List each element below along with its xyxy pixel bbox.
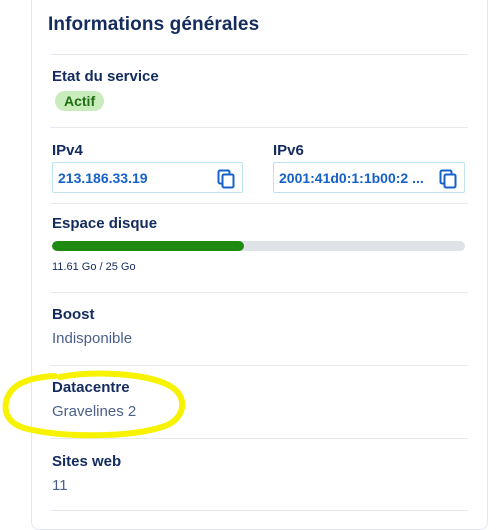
ipv4-value[interactable]: 213.186.33.19 bbox=[58, 170, 148, 186]
disk-usage-caption: 11.61 Go / 25 Go bbox=[52, 261, 136, 273]
disk-space-label: Espace disque bbox=[52, 215, 158, 232]
status-badge: Actif bbox=[55, 91, 105, 111]
boost-label: Boost bbox=[52, 306, 95, 323]
disk-usage-fill bbox=[52, 241, 244, 251]
divider bbox=[50, 292, 468, 293]
datacenter-label: Datacentre bbox=[52, 379, 130, 396]
divider bbox=[50, 365, 468, 366]
disk-usage-bar bbox=[52, 241, 465, 251]
ipv6-label: IPv6 bbox=[273, 142, 304, 159]
ipv6-value[interactable]: 2001:41d0:1:1b00:2 ... bbox=[279, 170, 424, 186]
websites-value: 11 bbox=[52, 477, 68, 494]
ipv4-label: IPv4 bbox=[52, 142, 83, 159]
copy-icon[interactable] bbox=[439, 169, 457, 189]
websites-label: Sites web bbox=[52, 453, 122, 470]
service-state-label: Etat du service bbox=[52, 68, 159, 85]
divider bbox=[50, 203, 468, 204]
divider bbox=[50, 127, 468, 128]
datacenter-value: Gravelines 2 bbox=[52, 403, 137, 420]
divider bbox=[50, 510, 468, 511]
divider bbox=[50, 54, 468, 55]
divider bbox=[50, 438, 468, 439]
card-title: Informations générales bbox=[48, 14, 260, 35]
copy-icon[interactable] bbox=[217, 169, 235, 189]
ipv4-field[interactable]: 213.186.33.19 bbox=[52, 162, 243, 193]
boost-value: Indisponible bbox=[52, 330, 133, 347]
ipv6-field[interactable]: 2001:41d0:1:1b00:2 ... bbox=[273, 162, 465, 193]
